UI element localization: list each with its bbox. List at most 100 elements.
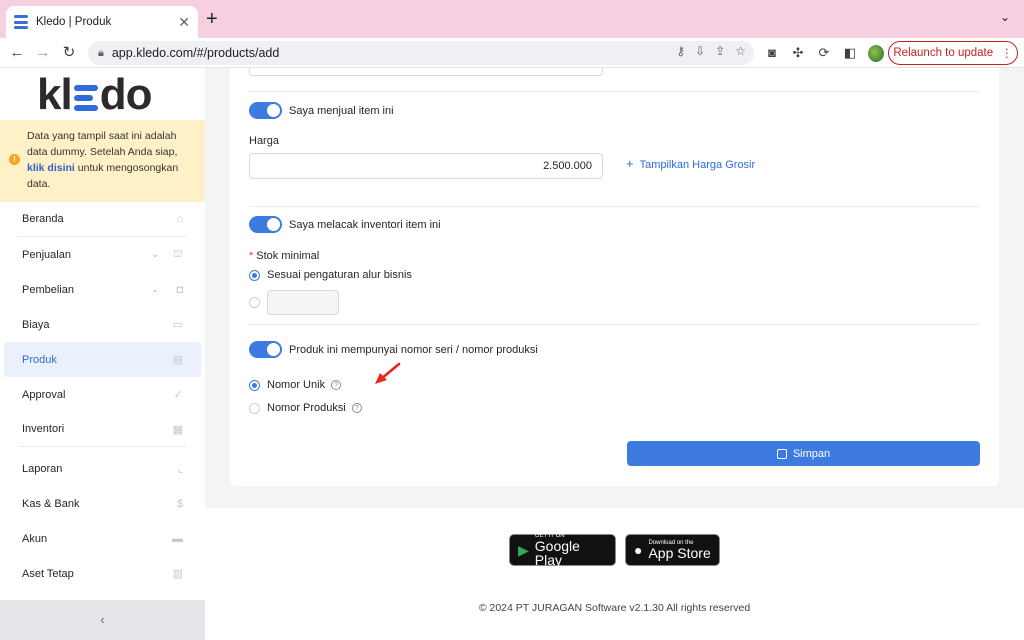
sidebar-item-inventori[interactable]: Inventori ▦: [18, 412, 187, 447]
logo-text-right: do: [99, 70, 153, 119]
divider: [249, 324, 980, 325]
sidebar-item-beranda[interactable]: Beranda ⌂: [18, 202, 187, 237]
divider: [249, 206, 980, 207]
side-panel-icon[interactable]: ◧: [842, 45, 858, 62]
footer: ▶ GET IT ON Google Play ● Download on the…: [205, 508, 1024, 640]
card-icon: ▭: [172, 319, 183, 331]
logo-e-mark-icon: [73, 85, 98, 111]
sidebar-item-produk[interactable]: Produk ▤: [4, 342, 201, 377]
home-icon: ⌂: [176, 213, 183, 225]
product-form-card: Saya menjual item ini Harga 2.500.000 + T…: [230, 68, 999, 486]
install-app-icon[interactable]: ⇩: [695, 44, 705, 58]
reload-icon[interactable]: ↻: [58, 42, 80, 64]
bookmark-star-icon[interactable]: ☆: [735, 44, 746, 58]
sidebar-item-label: Penjualan: [22, 248, 71, 261]
clear-data-link[interactable]: klik disini: [27, 162, 75, 174]
serial-unique-label: Nomor Unik: [267, 379, 326, 391]
serial-number-toggle-row: Produk ini mempunyai nomor seri / nomor …: [249, 341, 538, 358]
sell-item-switch[interactable]: [249, 102, 282, 119]
serial-number-switch[interactable]: [249, 341, 282, 358]
min-stock-default-option[interactable]: Sesuai pengaturan alur bisnis: [249, 269, 412, 281]
chart-icon: ⌞: [177, 463, 183, 475]
sync-icon[interactable]: ⟳: [816, 45, 832, 62]
sidebar-item-label: Biaya: [22, 318, 50, 331]
browser-tab[interactable]: Kledo | Produk ✕: [6, 6, 198, 38]
forward-icon[interactable]: →: [32, 42, 54, 64]
serial-production-option[interactable]: Nomor Produksi ?: [249, 402, 362, 414]
back-icon[interactable]: ←: [6, 42, 28, 64]
share-icon[interactable]: ⇪: [715, 44, 725, 58]
serial-unique-radio[interactable]: [249, 379, 260, 391]
sidebar-item-label: Approval: [22, 388, 66, 401]
sidebar-item-label: Akun: [22, 532, 48, 545]
sidebar-item-kas-bank[interactable]: Kas & Bank $: [0, 486, 205, 521]
sidebar-item-label: Aset Tetap: [22, 567, 74, 580]
help-icon[interactable]: ?: [331, 380, 342, 390]
red-arrow-annotation-icon: [375, 362, 401, 384]
basket-icon: ⛫: [172, 247, 183, 260]
show-wholesale-price-link[interactable]: + Tampilkan Harga Grosir: [626, 156, 755, 171]
price-label: Harga: [249, 135, 279, 147]
building-icon: ▥: [172, 568, 183, 580]
min-stock-default-radio[interactable]: [249, 269, 260, 281]
min-stock-input[interactable]: [267, 290, 339, 315]
sidebar-item-label: Pembelian: [22, 283, 74, 296]
key-icon[interactable]: ⚷: [676, 44, 685, 58]
address-bar[interactable]: 🔒︎ app.kledo.com/#/products/add ⚷ ⇩ ⇪ ☆: [88, 41, 754, 65]
camera-icon[interactable]: ◙: [764, 45, 780, 62]
help-icon[interactable]: ?: [351, 403, 362, 413]
sidebar-item-label: Inventori: [22, 423, 65, 435]
min-stock-custom-option[interactable]: [249, 297, 267, 308]
sidebar-item-pembelian[interactable]: Pembelian ⌄ ◘: [0, 272, 205, 307]
extensions-puzzle-icon[interactable]: ✣: [790, 45, 806, 62]
min-stock-default-label: Sesuai pengaturan alur bisnis: [267, 269, 412, 281]
copyright-text: © 2024 PT JURAGAN Software v2.1.30 All r…: [478, 602, 751, 614]
tab-search-chevron-icon[interactable]: ⌄: [1000, 10, 1010, 24]
save-button[interactable]: Simpan: [627, 441, 980, 466]
min-stock-label: * Stok minimal: [249, 250, 319, 262]
previous-field-input[interactable]: [249, 68, 603, 76]
required-asterisk: *: [249, 250, 254, 262]
sidebar-menu: Beranda ⌂ Penjualan ⌄ ⛫ Pembelian ⌄ ◘ Bi…: [0, 202, 205, 591]
relaunch-button[interactable]: Relaunch to update ⋮: [888, 41, 1018, 65]
ledger-icon: ▬: [172, 532, 183, 545]
serial-production-radio[interactable]: [249, 402, 260, 414]
serial-production-label: Nomor Produksi: [267, 402, 346, 414]
divider: [249, 91, 980, 92]
kledo-favicon-icon: [14, 15, 28, 29]
close-tab-icon[interactable]: ✕: [178, 14, 190, 31]
sidebar-item-label: Laporan: [22, 462, 63, 475]
sidebar-item-biaya[interactable]: Biaya ▭: [0, 307, 205, 342]
logo-text-left: kl: [37, 70, 73, 119]
sidebar-item-laporan[interactable]: Laporan ⌞: [0, 451, 205, 486]
sidebar-item-label: Produk: [22, 353, 57, 366]
google-play-text: Google Play: [534, 538, 580, 568]
app-store-badge[interactable]: ● Download on the App Store: [625, 534, 720, 566]
collapse-sidebar-button[interactable]: ‹: [0, 600, 205, 640]
sidebar-item-akun[interactable]: Akun ▬: [0, 521, 205, 556]
profile-avatar[interactable]: [868, 45, 884, 62]
check-icon: ✓: [173, 389, 183, 401]
price-input[interactable]: 2.500.000: [249, 153, 603, 179]
min-stock-label-text: Stok minimal: [256, 250, 320, 262]
track-inventory-switch[interactable]: [249, 216, 282, 233]
browser-tab-bar: Kledo | Produk ✕ + ⌄: [0, 0, 1024, 38]
dollar-icon: $: [176, 497, 183, 510]
warning-icon: !: [9, 154, 20, 165]
sidebar-item-aset-tetap[interactable]: Aset Tetap ▥: [0, 556, 205, 591]
track-inventory-toggle-row: Saya melacak inventori item ini: [249, 216, 441, 233]
chevron-down-icon: ⌄: [151, 284, 159, 294]
min-stock-custom-radio[interactable]: [249, 297, 260, 308]
sidebar: kl do ! Data yang tampil saat ini adalah…: [0, 68, 205, 640]
track-inventory-label: Saya melacak inventori item ini: [289, 218, 441, 231]
kledo-logo[interactable]: kl do: [37, 70, 153, 120]
new-tab-button[interactable]: +: [206, 8, 218, 30]
google-play-badge[interactable]: ▶ GET IT ON Google Play: [509, 533, 616, 568]
sidebar-item-penjualan[interactable]: Penjualan ⌄ ⛫: [0, 237, 205, 272]
site-info-icon[interactable]: 🔒︎: [98, 47, 104, 60]
chevron-down-icon: ⌄: [151, 249, 159, 259]
save-disk-icon: [776, 448, 787, 459]
address-url[interactable]: app.kledo.com/#/products/add: [112, 46, 279, 60]
serial-unique-option[interactable]: Nomor Unik ?: [249, 379, 342, 391]
sidebar-item-approval[interactable]: Approval ✓: [0, 377, 205, 412]
